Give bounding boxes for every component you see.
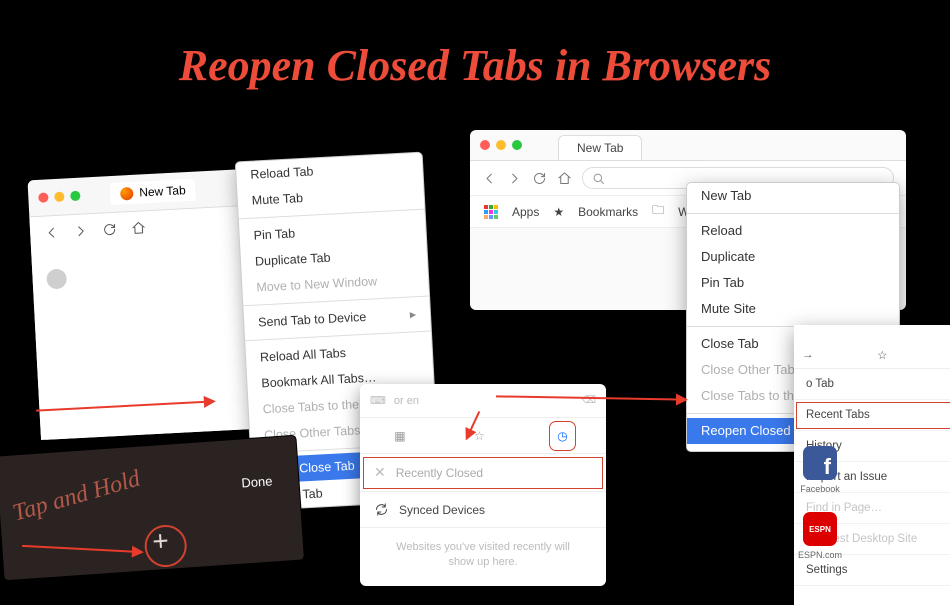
app-label: ESPN.com	[798, 550, 842, 560]
forward-icon[interactable]: →	[802, 349, 814, 361]
home-icon[interactable]	[131, 220, 147, 236]
search-icon	[591, 171, 606, 186]
ios-safari-history-panel: ⌨︎ or en ⌫ ▦ ☆ ◷ ✕ Recently Closed Synce…	[360, 384, 606, 586]
firefox-favicon-icon	[120, 186, 134, 200]
browser-tab[interactable]: New Tab	[110, 179, 197, 205]
ios-tab-switcher: Tap and Hold Done +	[0, 436, 304, 581]
window-controls[interactable]	[480, 140, 522, 150]
back-icon[interactable]	[44, 225, 60, 241]
bookmarks-star-icon: ★	[553, 205, 564, 219]
maximize-window-icon[interactable]	[70, 191, 81, 202]
mobile-status-bar: ᛒ ▮	[794, 325, 950, 341]
menu-separator	[687, 213, 899, 214]
mobile-home-apps: Facebook ESPN ESPN.com	[798, 446, 842, 560]
ios-library-tabs: ▦ ☆ ◷	[360, 418, 606, 454]
reload-icon[interactable]	[102, 222, 118, 238]
tap-and-hold-label: Tap and Hold	[10, 466, 144, 528]
app-espn[interactable]: ESPN ESPN.com	[798, 512, 842, 560]
panels-icon[interactable]: ▦	[394, 429, 405, 443]
done-button[interactable]: Done	[241, 473, 273, 490]
menu-send-to-device[interactable]: Send Tab to Device	[244, 301, 431, 337]
home-icon[interactable]	[557, 171, 572, 186]
browser-tab[interactable]: New Tab	[558, 135, 642, 160]
empty-history-note: Websites you've visited recently will sh…	[360, 528, 606, 586]
folder-icon: 🗀	[652, 201, 664, 222]
forward-icon[interactable]	[73, 223, 89, 239]
tab-label: New Tab	[139, 183, 186, 199]
bookmarks-star-icon[interactable]: ☆	[474, 429, 485, 443]
close-window-icon[interactable]	[480, 140, 490, 150]
recently-closed-row[interactable]: ✕ Recently Closed	[360, 454, 606, 492]
synced-devices-row[interactable]: Synced Devices	[360, 492, 606, 528]
menu-recent-tabs[interactable]: Recent Tabs	[794, 400, 950, 431]
chrome-tabbar: New Tab	[470, 130, 906, 160]
minimize-window-icon[interactable]	[54, 191, 65, 202]
app-label: Facebook	[800, 484, 840, 494]
mobile-toolbar: → ☆	[794, 341, 950, 369]
menu-new-tab[interactable]: New Tab	[687, 183, 899, 209]
menu-truncated[interactable]: o Tab	[794, 369, 950, 400]
ios-search-bar[interactable]: ⌨︎ or en ⌫	[360, 384, 606, 418]
history-clock-icon[interactable]: ◷	[553, 425, 571, 447]
recently-closed-label: Recently Closed	[396, 466, 483, 480]
menu-reload[interactable]: Reload	[687, 218, 899, 244]
maximize-window-icon[interactable]	[512, 140, 522, 150]
apps-label[interactable]: Apps	[512, 205, 539, 219]
new-tab-plus-icon[interactable]: +	[151, 525, 170, 558]
bookmarks-label[interactable]: Bookmarks	[578, 205, 638, 219]
keyboard-icon: ⌨︎	[370, 394, 386, 407]
apps-grid-icon[interactable]	[484, 205, 498, 219]
close-x-icon: ✕	[374, 464, 386, 481]
menu-duplicate[interactable]: Duplicate	[687, 244, 899, 270]
menu-pin-tab[interactable]: Pin Tab	[687, 270, 899, 296]
synced-devices-label: Synced Devices	[399, 503, 485, 517]
facebook-icon	[803, 446, 837, 480]
sync-icon	[374, 502, 389, 517]
page-title: Reopen Closed Tabs in Browsers	[179, 40, 771, 91]
espn-icon: ESPN	[803, 512, 837, 546]
back-icon[interactable]	[482, 171, 497, 186]
menu-mute-site[interactable]: Mute Site	[687, 296, 899, 322]
close-window-icon[interactable]	[38, 192, 49, 203]
window-controls[interactable]	[38, 191, 80, 203]
app-facebook[interactable]: Facebook	[798, 446, 842, 494]
firefox-logo-icon	[46, 268, 67, 289]
forward-icon[interactable]	[507, 171, 522, 186]
search-placeholder: or en	[394, 395, 419, 407]
reload-icon[interactable]	[532, 171, 547, 186]
minimize-window-icon[interactable]	[496, 140, 506, 150]
bookmark-star-icon[interactable]: ☆	[877, 348, 887, 362]
